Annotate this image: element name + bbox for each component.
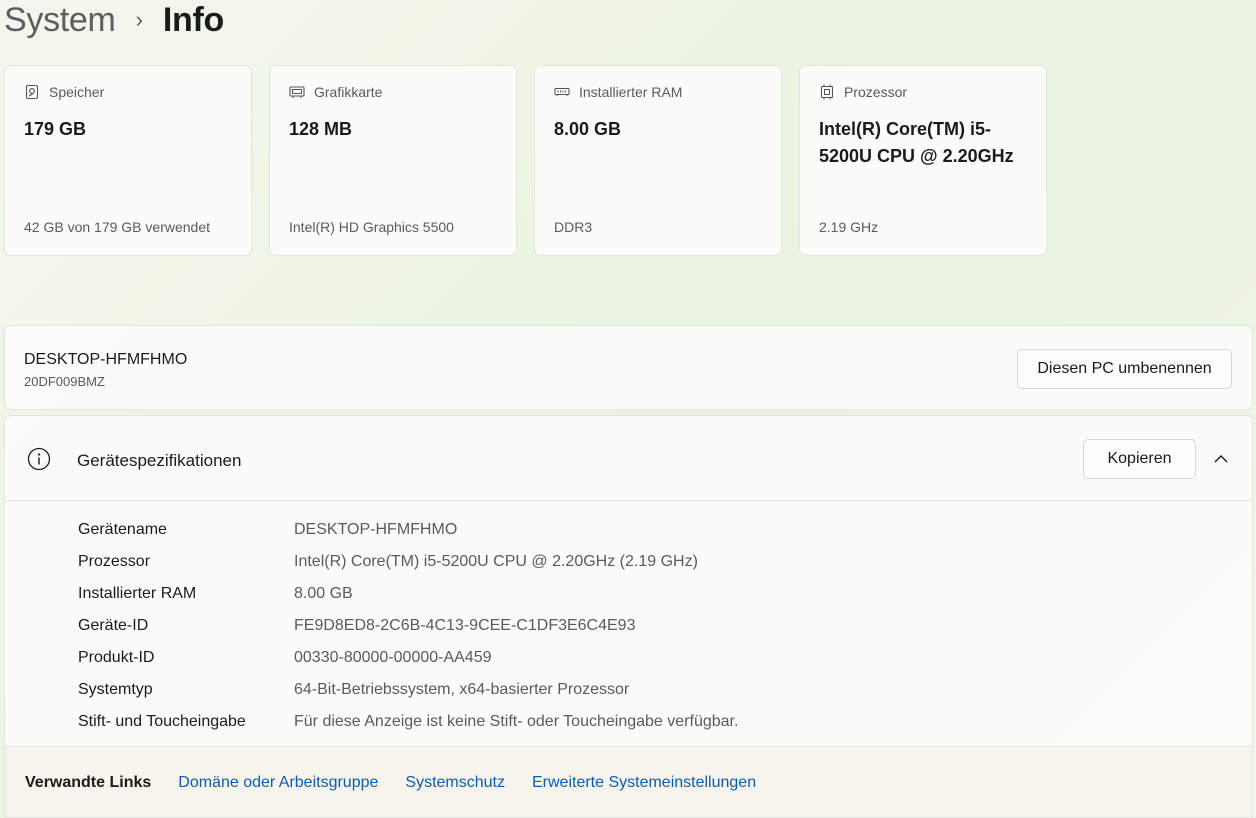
card-subtext: DDR3 — [554, 219, 593, 235]
spec-key: Stift- und Toucheingabe — [78, 713, 246, 730]
hardware-summary-cards: Speicher 179 GB 42 GB von 179 GB verwend… — [4, 65, 1047, 256]
spec-key: Geräte-ID — [78, 617, 149, 634]
card-value: 8.00 GB — [554, 119, 622, 139]
link-advanced-system-settings[interactable]: Erweiterte Systemeinstellungen — [532, 774, 756, 792]
card-storage: Speicher 179 GB 42 GB von 179 GB verwend… — [4, 65, 252, 256]
breadcrumb-separator-icon: › — [135, 7, 143, 32]
spec-row: Prozessor Intel(R) Core(TM) i5-5200U CPU… — [78, 546, 738, 578]
card-processor: Prozessor Intel(R) Core(TM) i5-5200U CPU… — [799, 65, 1047, 256]
spec-value: 00330-80000-00000-AA459 — [294, 649, 492, 666]
storage-icon — [24, 84, 40, 100]
link-domain-workgroup[interactable]: Domäne oder Arbeitsgruppe — [178, 774, 378, 792]
spec-row: Geräte-ID FE9D8ED8-2C6B-4C13-9CEE-C1DF3E… — [78, 610, 738, 642]
info-icon — [27, 447, 51, 471]
chevron-up-icon[interactable] — [1213, 452, 1229, 464]
device-specifications-title: Gerätespezifikationen — [77, 451, 242, 470]
card-value: 128 MB — [289, 119, 353, 139]
related-links-bar: Verwandte Links Domäne oder Arbeitsgrupp… — [5, 746, 1252, 817]
device-name: DESKTOP-HFMFHMO — [24, 351, 188, 368]
spec-value: 8.00 GB — [294, 585, 353, 602]
copy-button[interactable]: Kopieren — [1083, 439, 1196, 479]
breadcrumb-parent-system[interactable]: System — [4, 1, 116, 40]
related-links-title: Verwandte Links — [25, 774, 152, 791]
breadcrumb: System › Info — [4, 0, 224, 42]
processor-icon — [819, 84, 835, 100]
spec-key: Systemtyp — [78, 681, 153, 698]
spec-key: Produkt-ID — [78, 649, 155, 666]
spec-value: 64-Bit-Betriebssystem, x64-basierter Pro… — [294, 681, 630, 698]
spec-value: Für diese Anzeige ist keine Stift- oder … — [294, 713, 739, 730]
card-ram: Installierter RAM 8.00 GB DDR3 — [534, 65, 782, 256]
card-subtext: 2.19 GHz — [819, 219, 879, 235]
device-specifications-header[interactable]: Gerätespezifikationen Kopieren — [5, 416, 1252, 501]
spec-key: Gerätename — [78, 521, 167, 538]
link-system-protection[interactable]: Systemschutz — [405, 774, 505, 792]
card-subtext: 42 GB von 179 GB verwendet — [24, 219, 210, 235]
ram-icon — [554, 84, 570, 100]
spec-row: Systemtyp 64-Bit-Betriebssystem, x64-bas… — [78, 674, 738, 706]
card-graphics: Grafikkarte 128 MB Intel(R) HD Graphics … — [269, 65, 517, 256]
page-title: Info — [162, 0, 224, 39]
card-value: Intel(R) Core(TM) i5-5200U CPU @ 2.20GHz — [819, 119, 1014, 166]
spec-row: Stift- und Toucheingabe Für diese Anzeig… — [78, 706, 738, 738]
device-specifications-panel: Gerätespezifikationen Kopieren Gerätenam… — [4, 415, 1253, 818]
card-label: Grafikkarte — [314, 84, 383, 100]
specifications-table: Gerätename DESKTOP-HFMFHMO Prozessor Int… — [78, 514, 738, 738]
spec-row: Produkt-ID 00330-80000-00000-AA459 — [78, 642, 738, 674]
device-name-panel: DESKTOP-HFMFHMO 20DF009BMZ Diesen PC umb… — [4, 325, 1253, 410]
rename-pc-button[interactable]: Diesen PC umbenennen — [1017, 349, 1232, 389]
spec-value: DESKTOP-HFMFHMO — [294, 521, 458, 538]
card-label: Speicher — [49, 84, 105, 100]
device-model: 20DF009BMZ — [24, 374, 105, 389]
card-value: 179 GB — [24, 119, 87, 139]
spec-row: Gerätename DESKTOP-HFMFHMO — [78, 514, 738, 546]
spec-row: Installierter RAM 8.00 GB — [78, 578, 738, 610]
spec-key: Prozessor — [78, 553, 151, 570]
card-subtext: Intel(R) HD Graphics 5500 — [289, 219, 454, 235]
card-label: Prozessor — [844, 84, 908, 100]
graphics-card-icon — [289, 84, 305, 100]
spec-value: Intel(R) Core(TM) i5-5200U CPU @ 2.20GHz… — [294, 553, 698, 570]
spec-value: FE9D8ED8-2C6B-4C13-9CEE-C1DF3E6C4E93 — [294, 617, 636, 634]
spec-key: Installierter RAM — [78, 585, 197, 602]
card-label: Installierter RAM — [579, 84, 683, 100]
